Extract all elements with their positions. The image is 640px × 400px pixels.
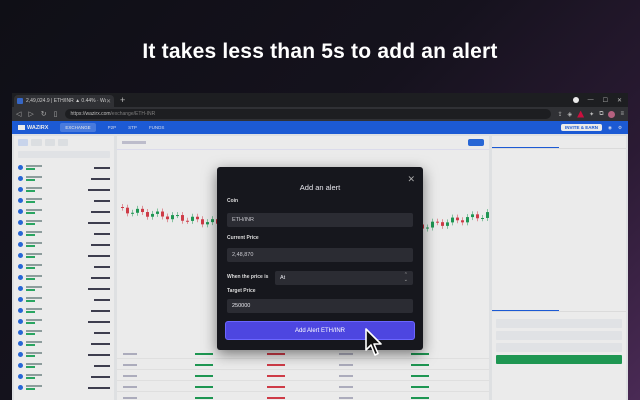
coin-label: Coin (227, 198, 239, 204)
browser-window: 2,49,024.9 | ETH/INR ▲ 0.44% · WazirX ✕ … (12, 93, 628, 400)
current-price-field: 2,48,870 (227, 248, 413, 262)
chevron-updown-icon: ⌃ ⌄ (403, 272, 408, 283)
target-price-label: Target Price (227, 288, 256, 294)
modal-title: Add an alert (299, 183, 341, 192)
target-price-input[interactable]: 250000 (227, 299, 413, 313)
condition-label: When the price is (227, 274, 269, 280)
headline: It takes less than 5s to add an alert (142, 40, 498, 63)
current-price-label: Current Price (227, 235, 259, 241)
mouse-pointer-icon (365, 328, 382, 356)
condition-value: At (280, 275, 286, 281)
coin-field[interactable]: ETH/INR (227, 213, 413, 227)
add-alert-button[interactable]: Add Alert ETH/INR (225, 321, 415, 340)
condition-select[interactable]: At ⌃ ⌄ (275, 271, 413, 285)
close-icon[interactable]: ✕ (407, 174, 415, 185)
add-alert-modal: Add an alert ✕ Coin ETH/INR Current Pric… (217, 167, 423, 350)
